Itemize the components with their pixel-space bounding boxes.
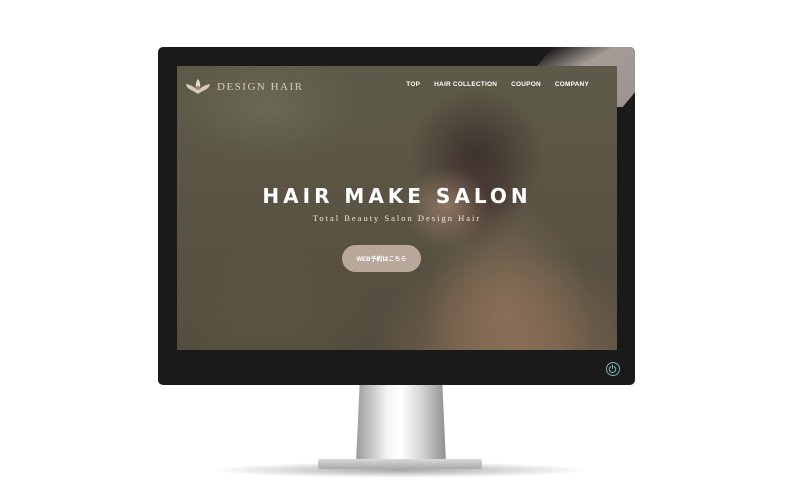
logo-text: DESIGN HAIR [217, 81, 304, 93]
power-button[interactable] [606, 362, 620, 376]
monitor-stand-base [318, 459, 482, 469]
power-icon [608, 364, 617, 373]
flower-logo-icon [186, 79, 210, 94]
monitor-stand-neck [356, 385, 446, 463]
hero-title: HAIR MAKE SALON [262, 184, 532, 208]
main-nav: TOP HAIR COLLECTION COUPON COMPANY [406, 81, 589, 88]
nav-item-top[interactable]: TOP [406, 81, 420, 88]
nav-item-company[interactable]: COMPANY [555, 81, 589, 88]
web-reservation-button[interactable]: WEB予約はこちら [342, 245, 421, 272]
site-logo[interactable]: DESIGN HAIR [185, 78, 303, 96]
nav-item-hair-collection[interactable]: HAIR COLLECTION [434, 81, 497, 88]
website-screen: DESIGN HAIR TOP HAIR COLLECTION COUPON C… [177, 66, 617, 350]
nav-item-coupon[interactable]: COUPON [511, 81, 541, 88]
hero-subtitle: Total Beauty Salon Design Hair [312, 213, 482, 223]
hero-overlay [177, 66, 617, 350]
